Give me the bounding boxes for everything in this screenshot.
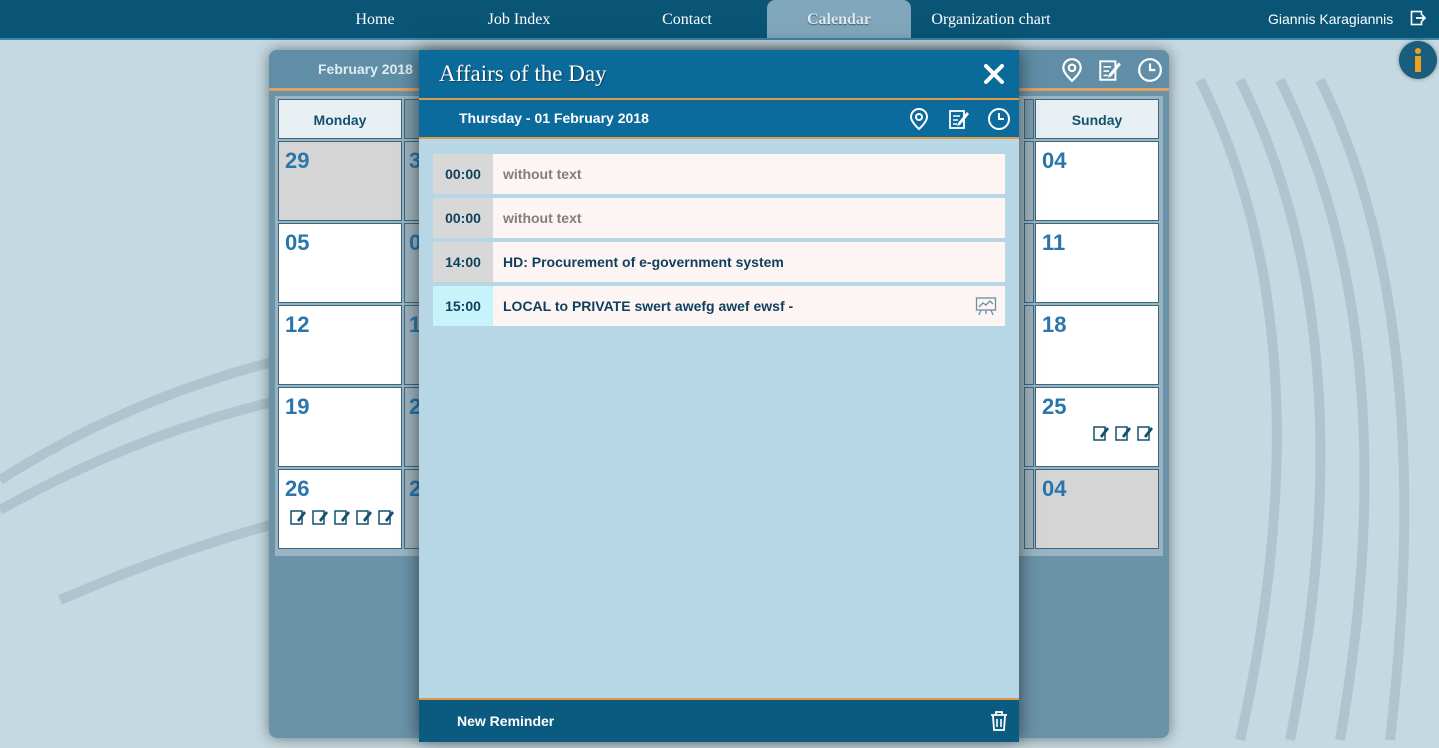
day-number: 04 [1042,148,1067,173]
day-number: 19 [285,394,310,419]
location-icon[interactable] [1059,57,1085,83]
info-icon[interactable] [1399,41,1437,79]
day-cell[interactable] [1024,305,1034,385]
reminder-note-icon[interactable] [1114,424,1132,442]
day-number: 12 [285,312,310,337]
event-row[interactable]: 00:00 without text [433,154,1005,194]
logout-icon[interactable] [1410,10,1426,26]
event-time: 14:00 [433,242,493,282]
day-cell[interactable] [1024,387,1034,467]
event-text: without text [493,154,1005,194]
day-cell[interactable]: 3 [404,141,420,221]
event-list: 00:00 without text 00:00 without text 14… [433,154,1005,330]
modal-footer: New Reminder [419,698,1019,742]
affairs-modal: Affairs of the Day Thursday - 01 Februar… [419,50,1019,742]
day-cell[interactable]: 2 [404,387,420,467]
nav-calendar[interactable]: Calendar [767,0,911,38]
day-cell[interactable]: 05 [278,223,402,303]
day-cell[interactable]: 12 [278,305,402,385]
day-cell[interactable]: 1 [404,305,420,385]
event-text: HD: Procurement of e-government system [493,242,1005,282]
calendar-month-label: February 2018 [318,61,413,77]
event-text: without text [493,198,1005,238]
modal-titlebar: Affairs of the Day [419,50,1019,100]
note-edit-icon[interactable] [947,107,971,131]
nav-contact[interactable]: Contact [640,0,734,38]
reminder-note-icon[interactable] [311,508,329,526]
reminder-icons [1092,424,1154,442]
event-row[interactable]: 00:00 without text [433,198,1005,238]
day-number: 04 [1042,476,1067,501]
day-cell[interactable]: 2 [404,469,420,549]
new-reminder-button[interactable]: New Reminder [457,700,554,742]
event-text: LOCAL to PRIVATE swert awefg awef ewsf - [493,286,1005,326]
day-cell[interactable]: 04 [1035,141,1159,221]
reminder-note-icon[interactable] [1136,424,1154,442]
reminder-note-icon[interactable] [333,508,351,526]
note-edit-icon[interactable] [1097,57,1123,83]
reminder-note-icon[interactable] [377,508,395,526]
day-cell[interactable]: 26 [278,469,402,549]
day-cell[interactable]: 25 [1035,387,1159,467]
weekday-tuesday [404,99,420,139]
day-cell[interactable]: 29 [278,141,402,221]
event-row[interactable]: 14:00 HD: Procurement of e-government sy… [433,242,1005,282]
reminder-note-icon[interactable] [289,508,307,526]
day-cell[interactable]: 18 [1035,305,1159,385]
event-row[interactable]: 15:00 LOCAL to PRIVATE swert awefg awef … [433,286,1005,326]
clock-icon[interactable] [987,107,1011,131]
day-cell[interactable] [1024,469,1034,549]
day-cell[interactable]: 19 [278,387,402,467]
day-number: 11 [1042,230,1066,255]
trash-icon[interactable] [989,710,1009,732]
day-cell[interactable] [1024,141,1034,221]
nav-organization-chart[interactable]: Organization chart [920,0,1062,38]
weekday-monday: Monday [278,99,402,139]
day-cell[interactable] [1024,223,1034,303]
day-number: 05 [285,230,310,255]
day-cell[interactable]: 0 [404,223,420,303]
nav-home[interactable]: Home [335,0,415,38]
reminder-note-icon[interactable] [355,508,373,526]
top-navigation: Home Job Index Contact Calendar Organiza… [0,0,1439,40]
location-icon[interactable] [907,107,931,131]
reminder-note-icon[interactable] [1092,424,1110,442]
weekday-sunday: Sunday [1035,99,1159,139]
clock-icon[interactable] [1137,57,1163,83]
day-number: 25 [1042,394,1067,419]
presentation-chart-icon[interactable] [975,296,997,316]
modal-date-bar: Thursday - 01 February 2018 [419,100,1019,139]
day-number: 18 [1042,312,1067,337]
day-cell[interactable]: 11 [1035,223,1159,303]
user-name[interactable]: Giannis Karagiannis [1268,0,1393,38]
event-time: 00:00 [433,154,493,194]
modal-title: Affairs of the Day [439,61,607,86]
event-time: 15:00 [433,286,493,326]
day-number: 26 [285,476,310,501]
event-time: 00:00 [433,198,493,238]
weekday-saturday [1024,99,1034,139]
close-icon[interactable] [982,62,1006,86]
day-number: 29 [285,148,310,173]
reminder-icons [289,508,395,526]
nav-job-index[interactable]: Job Index [469,0,569,38]
selected-date: Thursday - 01 February 2018 [459,110,649,126]
day-cell[interactable]: 04 [1035,469,1159,549]
